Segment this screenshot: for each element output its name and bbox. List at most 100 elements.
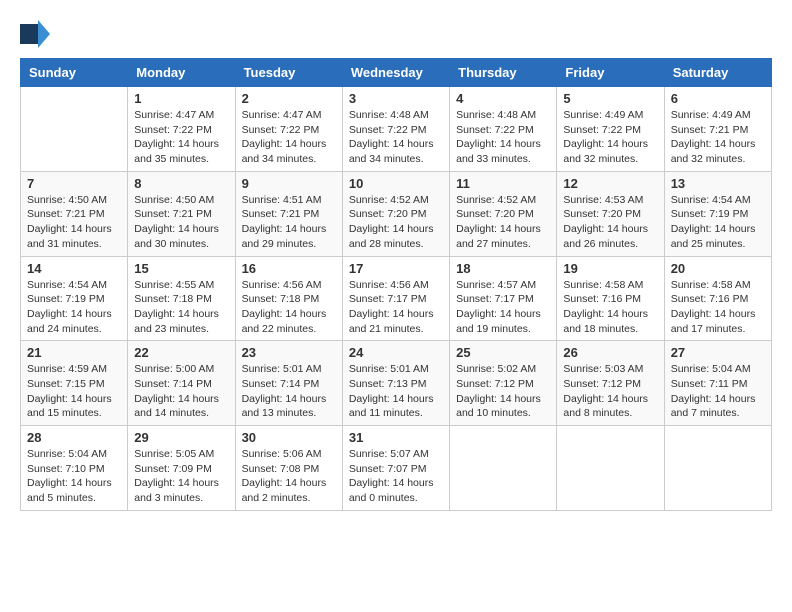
day-number: 22 — [134, 345, 228, 360]
day-info: Sunrise: 4:53 AMSunset: 7:20 PMDaylight:… — [563, 193, 657, 252]
calendar-cell: 3 Sunrise: 4:48 AMSunset: 7:22 PMDayligh… — [342, 87, 449, 172]
day-number: 1 — [134, 91, 228, 106]
day-number: 18 — [456, 261, 550, 276]
calendar-cell: 6 Sunrise: 4:49 AMSunset: 7:21 PMDayligh… — [664, 87, 771, 172]
calendar-cell: 22 Sunrise: 5:00 AMSunset: 7:14 PMDaylig… — [128, 341, 235, 426]
day-number: 4 — [456, 91, 550, 106]
day-info: Sunrise: 4:49 AMSunset: 7:21 PMDaylight:… — [671, 108, 765, 167]
calendar-cell: 19 Sunrise: 4:58 AMSunset: 7:16 PMDaylig… — [557, 256, 664, 341]
calendar-cell — [664, 426, 771, 511]
calendar-cell: 7 Sunrise: 4:50 AMSunset: 7:21 PMDayligh… — [21, 171, 128, 256]
calendar-cell: 10 Sunrise: 4:52 AMSunset: 7:20 PMDaylig… — [342, 171, 449, 256]
day-info: Sunrise: 4:47 AMSunset: 7:22 PMDaylight:… — [242, 108, 336, 167]
day-info: Sunrise: 4:59 AMSunset: 7:15 PMDaylight:… — [27, 362, 121, 421]
calendar-cell: 28 Sunrise: 5:04 AMSunset: 7:10 PMDaylig… — [21, 426, 128, 511]
day-number: 30 — [242, 430, 336, 445]
day-info: Sunrise: 5:02 AMSunset: 7:12 PMDaylight:… — [456, 362, 550, 421]
day-info: Sunrise: 5:07 AMSunset: 7:07 PMDaylight:… — [349, 447, 443, 506]
day-number: 19 — [563, 261, 657, 276]
day-info: Sunrise: 5:00 AMSunset: 7:14 PMDaylight:… — [134, 362, 228, 421]
calendar-week-row: 21 Sunrise: 4:59 AMSunset: 7:15 PMDaylig… — [21, 341, 772, 426]
calendar-cell: 1 Sunrise: 4:47 AMSunset: 7:22 PMDayligh… — [128, 87, 235, 172]
day-number: 16 — [242, 261, 336, 276]
day-info: Sunrise: 4:47 AMSunset: 7:22 PMDaylight:… — [134, 108, 228, 167]
calendar-header-sunday: Sunday — [21, 59, 128, 87]
calendar-cell: 14 Sunrise: 4:54 AMSunset: 7:19 PMDaylig… — [21, 256, 128, 341]
day-number: 28 — [27, 430, 121, 445]
calendar-header-friday: Friday — [557, 59, 664, 87]
day-number: 17 — [349, 261, 443, 276]
day-number: 2 — [242, 91, 336, 106]
day-number: 5 — [563, 91, 657, 106]
calendar-header-saturday: Saturday — [664, 59, 771, 87]
calendar-cell: 2 Sunrise: 4:47 AMSunset: 7:22 PMDayligh… — [235, 87, 342, 172]
day-number: 14 — [27, 261, 121, 276]
header — [20, 20, 772, 48]
day-info: Sunrise: 4:49 AMSunset: 7:22 PMDaylight:… — [563, 108, 657, 167]
logo — [20, 20, 54, 48]
day-number: 6 — [671, 91, 765, 106]
day-info: Sunrise: 4:51 AMSunset: 7:21 PMDaylight:… — [242, 193, 336, 252]
day-info: Sunrise: 5:03 AMSunset: 7:12 PMDaylight:… — [563, 362, 657, 421]
day-info: Sunrise: 4:54 AMSunset: 7:19 PMDaylight:… — [671, 193, 765, 252]
day-info: Sunrise: 5:01 AMSunset: 7:13 PMDaylight:… — [349, 362, 443, 421]
day-number: 24 — [349, 345, 443, 360]
calendar-cell: 18 Sunrise: 4:57 AMSunset: 7:17 PMDaylig… — [450, 256, 557, 341]
calendar-cell: 26 Sunrise: 5:03 AMSunset: 7:12 PMDaylig… — [557, 341, 664, 426]
calendar-cell: 23 Sunrise: 5:01 AMSunset: 7:14 PMDaylig… — [235, 341, 342, 426]
calendar-cell: 8 Sunrise: 4:50 AMSunset: 7:21 PMDayligh… — [128, 171, 235, 256]
day-number: 20 — [671, 261, 765, 276]
calendar-header-wednesday: Wednesday — [342, 59, 449, 87]
day-number: 25 — [456, 345, 550, 360]
calendar-cell: 15 Sunrise: 4:55 AMSunset: 7:18 PMDaylig… — [128, 256, 235, 341]
day-info: Sunrise: 4:55 AMSunset: 7:18 PMDaylight:… — [134, 278, 228, 337]
day-number: 31 — [349, 430, 443, 445]
day-info: Sunrise: 5:04 AMSunset: 7:11 PMDaylight:… — [671, 362, 765, 421]
day-number: 3 — [349, 91, 443, 106]
day-number: 15 — [134, 261, 228, 276]
day-info: Sunrise: 4:58 AMSunset: 7:16 PMDaylight:… — [563, 278, 657, 337]
day-info: Sunrise: 4:48 AMSunset: 7:22 PMDaylight:… — [456, 108, 550, 167]
day-number: 29 — [134, 430, 228, 445]
day-info: Sunrise: 4:54 AMSunset: 7:19 PMDaylight:… — [27, 278, 121, 337]
day-info: Sunrise: 4:57 AMSunset: 7:17 PMDaylight:… — [456, 278, 550, 337]
calendar-header-tuesday: Tuesday — [235, 59, 342, 87]
calendar-cell: 11 Sunrise: 4:52 AMSunset: 7:20 PMDaylig… — [450, 171, 557, 256]
day-info: Sunrise: 4:50 AMSunset: 7:21 PMDaylight:… — [134, 193, 228, 252]
calendar-cell: 9 Sunrise: 4:51 AMSunset: 7:21 PMDayligh… — [235, 171, 342, 256]
day-number: 10 — [349, 176, 443, 191]
day-number: 11 — [456, 176, 550, 191]
calendar-header-thursday: Thursday — [450, 59, 557, 87]
logo-icon — [20, 20, 50, 48]
day-info: Sunrise: 4:56 AMSunset: 7:17 PMDaylight:… — [349, 278, 443, 337]
calendar-cell: 24 Sunrise: 5:01 AMSunset: 7:13 PMDaylig… — [342, 341, 449, 426]
day-info: Sunrise: 5:06 AMSunset: 7:08 PMDaylight:… — [242, 447, 336, 506]
calendar-cell: 29 Sunrise: 5:05 AMSunset: 7:09 PMDaylig… — [128, 426, 235, 511]
day-number: 21 — [27, 345, 121, 360]
day-info: Sunrise: 5:04 AMSunset: 7:10 PMDaylight:… — [27, 447, 121, 506]
calendar-week-row: 1 Sunrise: 4:47 AMSunset: 7:22 PMDayligh… — [21, 87, 772, 172]
calendar-cell: 30 Sunrise: 5:06 AMSunset: 7:08 PMDaylig… — [235, 426, 342, 511]
day-number: 27 — [671, 345, 765, 360]
calendar-cell: 17 Sunrise: 4:56 AMSunset: 7:17 PMDaylig… — [342, 256, 449, 341]
day-number: 13 — [671, 176, 765, 191]
calendar-cell: 16 Sunrise: 4:56 AMSunset: 7:18 PMDaylig… — [235, 256, 342, 341]
calendar-header-monday: Monday — [128, 59, 235, 87]
calendar-cell: 5 Sunrise: 4:49 AMSunset: 7:22 PMDayligh… — [557, 87, 664, 172]
calendar-cell: 12 Sunrise: 4:53 AMSunset: 7:20 PMDaylig… — [557, 171, 664, 256]
calendar-cell: 27 Sunrise: 5:04 AMSunset: 7:11 PMDaylig… — [664, 341, 771, 426]
calendar-table: SundayMondayTuesdayWednesdayThursdayFrid… — [20, 58, 772, 511]
day-info: Sunrise: 5:01 AMSunset: 7:14 PMDaylight:… — [242, 362, 336, 421]
day-info: Sunrise: 5:05 AMSunset: 7:09 PMDaylight:… — [134, 447, 228, 506]
calendar-cell — [450, 426, 557, 511]
day-number: 26 — [563, 345, 657, 360]
calendar-cell: 4 Sunrise: 4:48 AMSunset: 7:22 PMDayligh… — [450, 87, 557, 172]
day-info: Sunrise: 4:56 AMSunset: 7:18 PMDaylight:… — [242, 278, 336, 337]
day-number: 7 — [27, 176, 121, 191]
calendar-cell: 21 Sunrise: 4:59 AMSunset: 7:15 PMDaylig… — [21, 341, 128, 426]
day-info: Sunrise: 4:50 AMSunset: 7:21 PMDaylight:… — [27, 193, 121, 252]
calendar-cell — [557, 426, 664, 511]
calendar-cell: 20 Sunrise: 4:58 AMSunset: 7:16 PMDaylig… — [664, 256, 771, 341]
day-number: 12 — [563, 176, 657, 191]
calendar-cell: 13 Sunrise: 4:54 AMSunset: 7:19 PMDaylig… — [664, 171, 771, 256]
